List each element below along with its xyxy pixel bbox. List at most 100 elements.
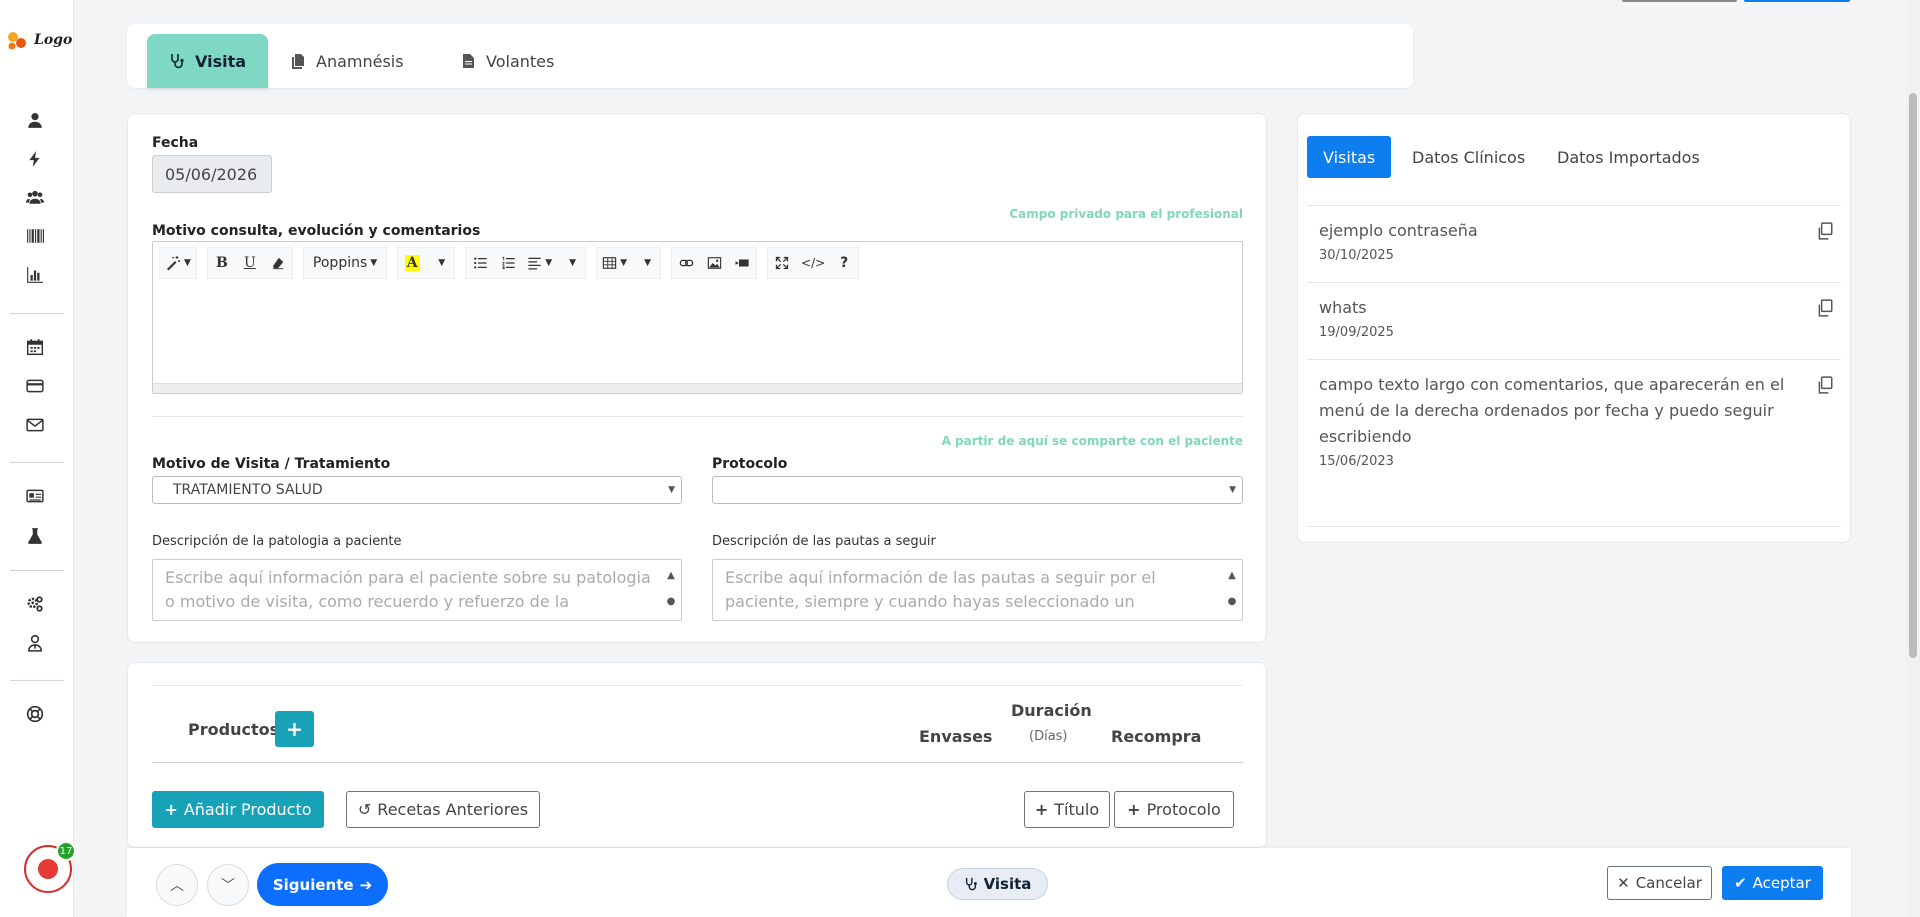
top-primary-button[interactable] xyxy=(1744,0,1850,2)
logo-text: Logo xyxy=(34,32,73,48)
gears-icon[interactable] xyxy=(22,591,48,617)
visit-tabs: Visita Anamnésis Volantes xyxy=(127,24,1413,88)
scroll-up-icon: ▲ xyxy=(1228,570,1236,581)
history-item-date: 30/10/2025 xyxy=(1319,248,1394,263)
textarea-scrollbar[interactable]: ▲ ● ▼ xyxy=(1226,564,1238,620)
recetas-anteriores-button[interactable]: ↺ Recetas Anteriores xyxy=(346,791,540,828)
ordered-list-button[interactable] xyxy=(494,248,523,278)
video-button[interactable] xyxy=(728,248,757,278)
textarea-scrollbar[interactable]: ▲ ● ▼ xyxy=(665,564,677,620)
magic-wand-icon xyxy=(167,256,180,271)
history-item[interactable]: ejemplo contraseña 30/10/2025 xyxy=(1319,218,1833,263)
underline-button[interactable]: U xyxy=(235,248,264,278)
copy-icon xyxy=(292,54,304,69)
table-button[interactable]: ▼ xyxy=(597,248,633,278)
rich-text-editor[interactable]: ▼ B U Poppins ▼ A ▼ ▼ ▼ ▼ ▼ </> ? xyxy=(152,241,1243,394)
image-button[interactable] xyxy=(700,248,729,278)
bar-chart-icon[interactable] xyxy=(22,262,48,288)
add-product-button[interactable]: + Añadir Producto xyxy=(152,791,324,828)
history-item[interactable]: whats 19/09/2025 xyxy=(1319,295,1833,340)
flask-icon[interactable] xyxy=(22,523,48,549)
page-scrollbar-thumb[interactable] xyxy=(1909,93,1917,658)
pautas-textarea[interactable]: Escribe aquí información de las pautas a… xyxy=(712,559,1243,621)
scroll-thumb-icon: ● xyxy=(1227,596,1237,607)
dias-header: (Días) xyxy=(1029,729,1068,744)
aceptar-button[interactable]: ✔ Aceptar xyxy=(1722,866,1823,900)
bold-button[interactable]: B xyxy=(207,248,236,278)
tab-visita[interactable]: Visita xyxy=(147,34,269,88)
users-icon[interactable] xyxy=(22,184,48,210)
history-item-date: 15/06/2023 xyxy=(1319,454,1394,469)
add-product-plus-button[interactable]: + xyxy=(275,711,314,747)
fecha-input[interactable]: 05/06/2026 xyxy=(152,155,272,193)
caret-down-icon: ▼ xyxy=(184,258,191,268)
editor-resize-handle[interactable] xyxy=(153,383,1242,393)
editor-toolbar: ▼ B U Poppins ▼ A ▼ ▼ ▼ ▼ ▼ </> ? xyxy=(153,242,1242,284)
protocolo-btn-label: Protocolo xyxy=(1146,800,1221,819)
duracion-header: Duración xyxy=(1011,701,1092,720)
magic-style-button[interactable]: ▼ xyxy=(160,248,196,278)
top-outline-button[interactable] xyxy=(1622,0,1737,2)
aceptar-label: Aceptar xyxy=(1752,874,1811,892)
logo-mark-icon xyxy=(8,32,26,50)
align-button[interactable]: ▼ xyxy=(522,248,558,278)
plus-icon: + xyxy=(1127,800,1141,819)
scroll-down-button[interactable]: ﹀ xyxy=(207,864,249,906)
code-view-button[interactable]: </> xyxy=(796,248,831,278)
copy-icon[interactable] xyxy=(1816,222,1834,240)
scroll-up-button[interactable]: ︿ xyxy=(156,864,198,906)
user-md-icon[interactable] xyxy=(22,630,48,656)
tab-volantes[interactable]: Volantes xyxy=(438,34,576,88)
bolt-icon[interactable] xyxy=(22,146,48,172)
list-ol-icon xyxy=(502,256,515,270)
protocolo-select[interactable]: ▼ xyxy=(712,476,1243,504)
siguiente-button[interactable]: Siguiente ➔ xyxy=(257,863,388,906)
table-dropdown[interactable]: ▼ xyxy=(632,248,661,278)
life-ring-icon[interactable] xyxy=(22,701,48,727)
credit-card-icon[interactable] xyxy=(22,373,48,399)
caret-down-icon: ▼ xyxy=(668,485,675,495)
help-button[interactable]: ? xyxy=(830,248,859,278)
tab-visitas[interactable]: Visitas xyxy=(1307,136,1392,178)
logo[interactable]: Logo xyxy=(2,26,72,56)
history-item[interactable]: campo texto largo con comentarios, que a… xyxy=(1319,372,1833,469)
fullscreen-button[interactable] xyxy=(768,248,797,278)
recetas-label: Recetas Anteriores xyxy=(377,800,529,819)
tab-anamnesis[interactable]: Anamnésis xyxy=(268,34,426,88)
pautas-label: Descripción de las pautas a seguir xyxy=(712,534,936,549)
unordered-list-button[interactable] xyxy=(466,248,495,278)
eraser-button[interactable] xyxy=(263,248,292,278)
page-scrollbar[interactable] xyxy=(1906,0,1920,917)
calendar-icon[interactable] xyxy=(22,334,48,360)
caret-down-icon: ▼ xyxy=(370,258,378,268)
tab-anamnesis-label: Anamnésis xyxy=(316,51,404,71)
copy-icon[interactable] xyxy=(1816,376,1834,394)
barcode-icon[interactable] xyxy=(22,223,48,249)
sidebar-divider xyxy=(10,570,64,571)
align-dropdown[interactable]: ▼ xyxy=(557,248,586,278)
link-icon xyxy=(679,259,693,267)
copy-icon[interactable] xyxy=(1816,299,1834,317)
add-titulo-button[interactable]: + Título xyxy=(1024,791,1110,828)
tab-volantes-label: Volantes xyxy=(486,51,555,71)
history-divider xyxy=(1307,282,1841,283)
shared-note: A partir de aquí se comparte con el paci… xyxy=(941,434,1243,448)
record-button[interactable]: 17 xyxy=(24,841,76,893)
motivo-visita-select[interactable]: TRATAMIENTO SALUD ▼ xyxy=(152,476,682,504)
link-button[interactable] xyxy=(672,248,701,278)
user-icon[interactable] xyxy=(22,107,48,133)
section-divider xyxy=(152,416,1243,417)
plus-icon: + xyxy=(1034,800,1049,819)
tab-datos-importados[interactable]: Datos Importados xyxy=(1541,136,1716,178)
envelope-icon[interactable] xyxy=(22,412,48,438)
id-card-icon[interactable] xyxy=(22,483,48,509)
tab-datos-clinicos[interactable]: Datos Clínicos xyxy=(1396,136,1541,178)
siguiente-label: Siguiente xyxy=(272,875,354,894)
plus-icon: + xyxy=(286,717,303,741)
text-color-button[interactable]: A xyxy=(398,248,427,278)
add-protocolo-button[interactable]: + Protocolo xyxy=(1114,791,1234,828)
cancelar-button[interactable]: ✕ Cancelar xyxy=(1607,866,1712,900)
patologia-textarea[interactable]: Escribe aquí información para el pacient… xyxy=(152,559,682,621)
text-color-dropdown[interactable]: ▼ xyxy=(426,248,455,278)
font-family-select[interactable]: Poppins ▼ xyxy=(303,248,387,278)
